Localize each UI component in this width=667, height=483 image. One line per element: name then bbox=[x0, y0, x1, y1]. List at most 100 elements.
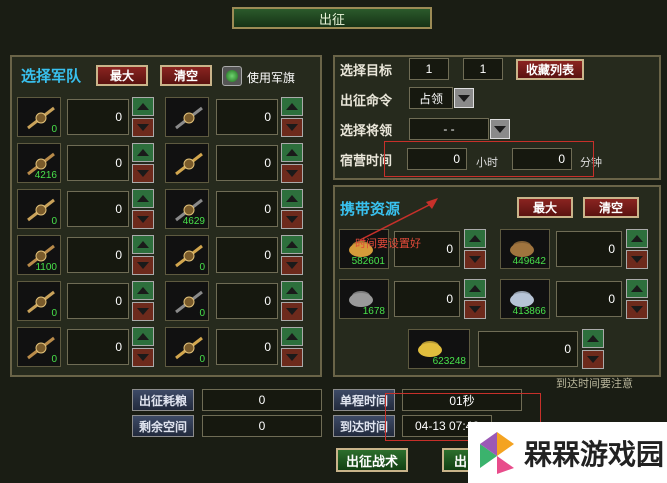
resource-quantity-input[interactable]: 0 bbox=[394, 281, 460, 317]
siege-engine-icon[interactable]: 0 bbox=[17, 281, 61, 321]
chevron-down-icon bbox=[494, 125, 506, 133]
unit-quantity-input[interactable]: 0 bbox=[67, 329, 129, 365]
trident-icon[interactable] bbox=[165, 97, 209, 137]
unit-quantity-input[interactable]: 0 bbox=[67, 283, 129, 319]
stone-icon[interactable]: 1678 bbox=[339, 279, 389, 319]
general-label: 选择将领 bbox=[340, 123, 393, 138]
command-dropdown-button[interactable] bbox=[454, 88, 474, 108]
increase-button[interactable] bbox=[132, 143, 154, 162]
target-x-input[interactable]: 1 bbox=[409, 58, 449, 80]
decrease-button[interactable] bbox=[281, 210, 303, 229]
unit-quantity-input[interactable]: 0 bbox=[67, 191, 129, 227]
command-select[interactable]: 占领 bbox=[409, 87, 453, 109]
decrease-button[interactable] bbox=[281, 302, 303, 321]
decrease-button[interactable] bbox=[281, 118, 303, 137]
decrease-button[interactable] bbox=[132, 118, 154, 137]
increase-button[interactable] bbox=[464, 279, 486, 298]
increase-button[interactable] bbox=[281, 235, 303, 254]
bow-icon[interactable]: 4629 bbox=[165, 189, 209, 229]
decrease-button[interactable] bbox=[582, 350, 604, 369]
increase-button[interactable] bbox=[464, 229, 486, 248]
increase-button[interactable] bbox=[281, 189, 303, 208]
increase-button[interactable] bbox=[281, 281, 303, 300]
horse-icon[interactable]: 1100 bbox=[17, 235, 61, 275]
army-max-button[interactable]: 最大 bbox=[96, 65, 148, 86]
gold-icon[interactable]: 623248 bbox=[408, 329, 470, 369]
unit-quantity-input[interactable]: 0 bbox=[216, 237, 278, 273]
dagger-icon[interactable]: 0 bbox=[17, 97, 61, 137]
unit-stepper bbox=[132, 327, 154, 367]
decrease-button[interactable] bbox=[281, 256, 303, 275]
resource-count: 413866 bbox=[512, 306, 546, 317]
resources-max-button[interactable]: 最大 bbox=[517, 197, 573, 218]
decrease-button[interactable] bbox=[281, 164, 303, 183]
arrow-down-icon bbox=[286, 216, 298, 223]
spear-icon[interactable]: 4216 bbox=[17, 143, 61, 183]
wood-icon[interactable]: 449642 bbox=[500, 229, 550, 269]
unit-quantity-input[interactable]: 0 bbox=[67, 145, 129, 181]
arrow-down-icon bbox=[469, 306, 481, 313]
general-select[interactable]: - - bbox=[409, 118, 489, 140]
unit-count: 0 bbox=[51, 308, 57, 319]
unit-quantity-input[interactable]: 0 bbox=[216, 145, 278, 181]
unit-quantity-input[interactable]: 0 bbox=[216, 99, 278, 135]
use-flag-checkbox[interactable] bbox=[222, 66, 242, 86]
decrease-button[interactable] bbox=[132, 302, 154, 321]
trebuchet-icon[interactable]: 0 bbox=[165, 327, 209, 367]
favorites-button[interactable]: 收藏列表 bbox=[516, 59, 584, 80]
increase-button[interactable] bbox=[626, 229, 648, 248]
increase-button[interactable] bbox=[132, 189, 154, 208]
unit-quantity-input[interactable]: 0 bbox=[67, 237, 129, 273]
decrease-button[interactable] bbox=[132, 256, 154, 275]
iron-icon[interactable]: 413866 bbox=[500, 279, 550, 319]
logo-icon bbox=[480, 431, 514, 474]
space-label: 剩余空间 bbox=[132, 415, 194, 437]
resource-count: 1678 bbox=[362, 306, 385, 317]
arrow-up-icon bbox=[286, 195, 298, 202]
unit-quantity-input[interactable]: 0 bbox=[216, 283, 278, 319]
decrease-button[interactable] bbox=[626, 300, 648, 319]
increase-button[interactable] bbox=[281, 143, 303, 162]
decrease-button[interactable] bbox=[132, 210, 154, 229]
army-clear-button[interactable]: 清空 bbox=[160, 65, 212, 86]
unit-stepper bbox=[281, 235, 303, 275]
arrow-down-icon bbox=[469, 256, 481, 263]
annotation-text: 时间要设置好 bbox=[355, 238, 421, 250]
decrease-button[interactable] bbox=[132, 164, 154, 183]
unit-quantity-input[interactable]: 0 bbox=[67, 99, 129, 135]
increase-button[interactable] bbox=[626, 279, 648, 298]
resource-quantity-input[interactable]: 0 bbox=[478, 331, 578, 367]
resources-clear-button[interactable]: 清空 bbox=[583, 197, 639, 218]
catapult-icon[interactable]: 0 bbox=[17, 327, 61, 367]
unit-quantity-input[interactable]: 0 bbox=[216, 191, 278, 227]
unit-count: 0 bbox=[51, 216, 57, 227]
increase-button[interactable] bbox=[281, 327, 303, 346]
increase-button[interactable] bbox=[132, 327, 154, 346]
increase-button[interactable] bbox=[132, 281, 154, 300]
increase-button[interactable] bbox=[132, 97, 154, 116]
resource-quantity-input[interactable]: 0 bbox=[556, 281, 622, 317]
select-army-label: 选择军队 bbox=[21, 69, 82, 85]
arrow-up-icon bbox=[137, 195, 149, 202]
arrow-up-icon bbox=[631, 235, 643, 242]
increase-button[interactable] bbox=[281, 97, 303, 116]
unit-count: 4216 bbox=[34, 170, 57, 181]
decrease-button[interactable] bbox=[464, 250, 486, 269]
general-dropdown-button[interactable] bbox=[490, 119, 510, 139]
armored-horse-icon[interactable]: 0 bbox=[165, 235, 209, 275]
decrease-button[interactable] bbox=[464, 300, 486, 319]
unit-count: 0 bbox=[199, 308, 205, 319]
increase-button[interactable] bbox=[132, 235, 154, 254]
decrease-button[interactable] bbox=[281, 348, 303, 367]
unit-stepper bbox=[132, 281, 154, 321]
target-y-input[interactable]: 1 bbox=[463, 58, 503, 80]
decrease-button[interactable] bbox=[132, 348, 154, 367]
tactics-button[interactable]: 出征战术 bbox=[336, 448, 408, 472]
ballista-icon[interactable]: 0 bbox=[165, 281, 209, 321]
unit-quantity-input[interactable]: 0 bbox=[216, 329, 278, 365]
lance-icon[interactable] bbox=[165, 143, 209, 183]
resource-quantity-input[interactable]: 0 bbox=[556, 231, 622, 267]
increase-button[interactable] bbox=[582, 329, 604, 348]
decrease-button[interactable] bbox=[626, 250, 648, 269]
shield-icon[interactable]: 0 bbox=[17, 189, 61, 229]
